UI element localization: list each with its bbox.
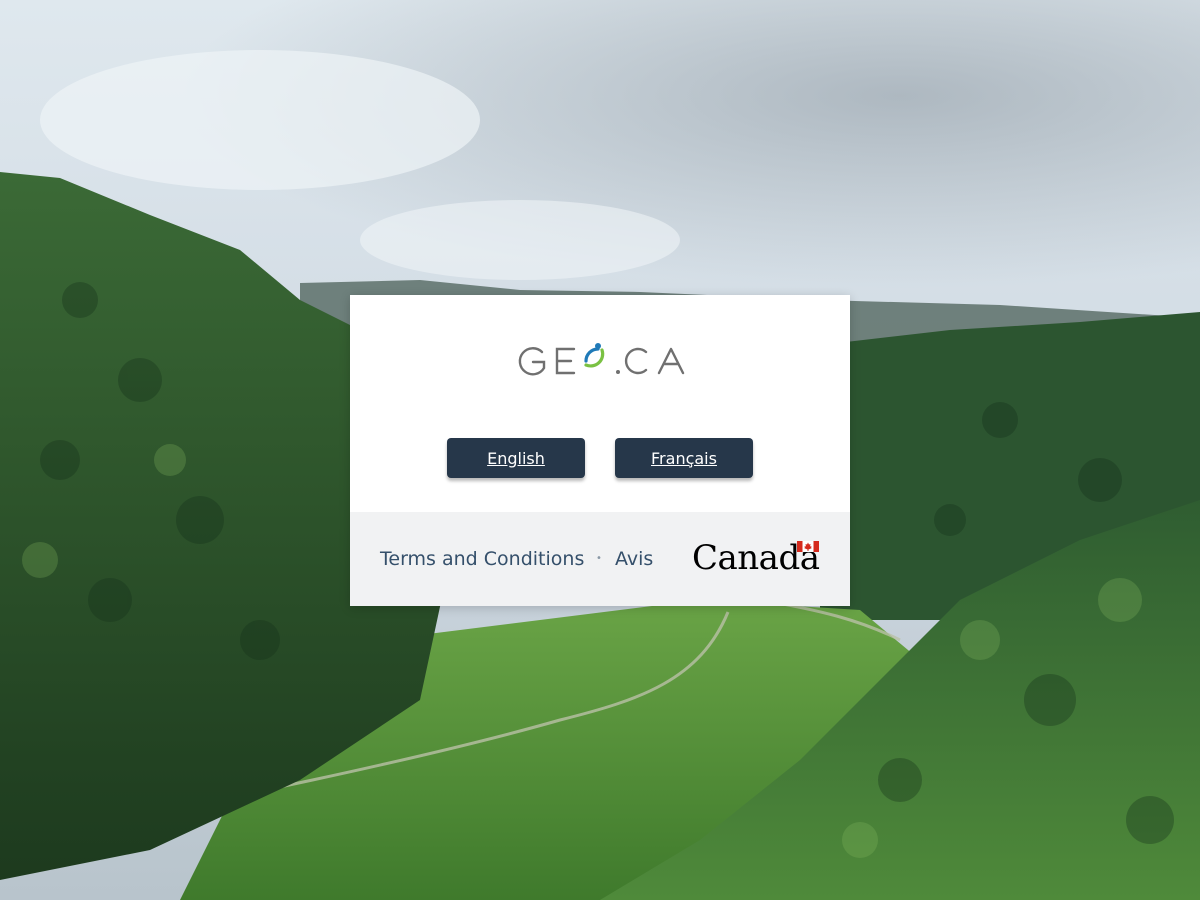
geo-ca-logo-graphic <box>518 343 685 376</box>
canada-flag-icon <box>797 541 819 552</box>
card-header: English Français <box>350 295 850 512</box>
terms-and-conditions-link[interactable]: Terms and Conditions <box>380 548 584 571</box>
card-footer: Terms and Conditions • Avis Canada <box>350 512 850 606</box>
english-button-label: English <box>487 448 545 468</box>
language-splash-card: English Français Terms and Conditions • … <box>350 295 850 606</box>
footer-separator: • <box>596 553 602 564</box>
canada-wordmark: Canada <box>692 538 822 578</box>
geo-ca-logo <box>514 341 686 381</box>
french-button-label: Français <box>651 448 717 468</box>
french-button[interactable]: Français <box>615 438 753 478</box>
english-button[interactable]: English <box>447 438 585 478</box>
avis-link[interactable]: Avis <box>615 548 653 571</box>
